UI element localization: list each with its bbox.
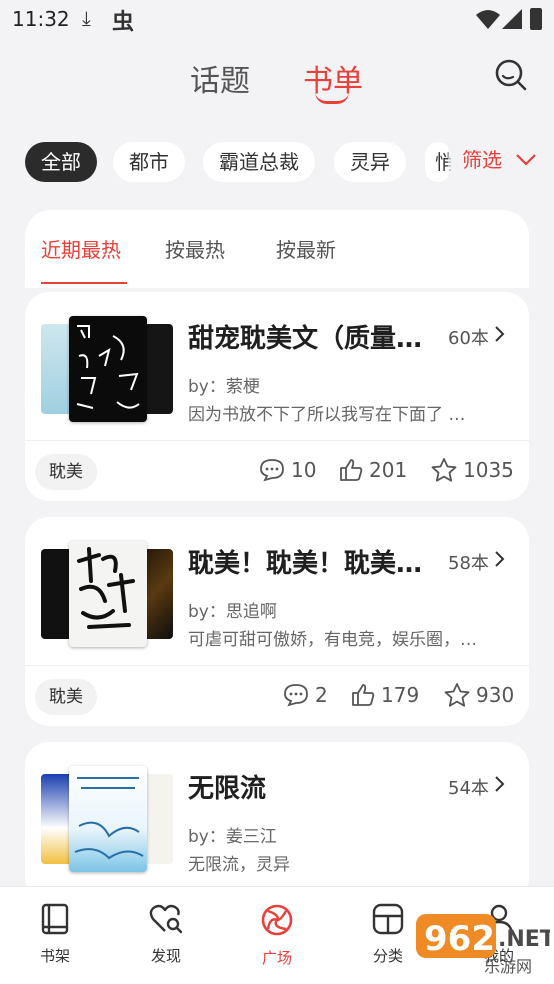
booklist-title: 耽美！耽美！耽美… (188, 549, 423, 579)
nav-square[interactable]: 广场 (247, 903, 307, 968)
thumbs-up-icon (352, 684, 375, 706)
battery-icon (530, 8, 542, 30)
like-count-value: 201 (369, 458, 408, 482)
divider (25, 665, 529, 666)
app-notification-icon: 虫 (112, 10, 135, 35)
tab-hottest[interactable]: 按最热 (165, 234, 225, 263)
watermark-subtitle: 乐游网 (484, 957, 532, 976)
category-icon (372, 903, 404, 935)
booklist-description: 无限流，灵异 (188, 855, 290, 875)
thumbs-up-icon (340, 459, 363, 481)
comment-count[interactable]: 2 (283, 683, 328, 711)
favorite-count[interactable]: 930 (444, 683, 514, 711)
booklist-description: 可虐可甜可傲娇，有电竞，娱乐圈，… (188, 630, 477, 650)
chip-city[interactable]: 都市 (113, 142, 185, 182)
filter-label: 筛选 (462, 148, 502, 172)
booklist-author: by：思追啊 (188, 602, 277, 622)
signal-icon (502, 9, 522, 29)
watermark-suffix: .NET (498, 927, 550, 952)
comment-count-value: 2 (315, 683, 328, 707)
book-covers (41, 766, 179, 872)
booklist-card[interactable]: 无限流 54本 by：姜三江 无限流，灵异 (25, 742, 529, 902)
status-time: 11:32 (12, 7, 70, 31)
watermark-number: 962 (424, 919, 495, 959)
square-aperture-icon (261, 904, 293, 936)
active-tab-indicator (315, 92, 349, 104)
chip-supernatural[interactable]: 灵异 (334, 142, 406, 182)
booklist-title: 甜宠耽美文（质量… (188, 324, 423, 354)
star-icon (431, 458, 457, 482)
booklist-author: by：姜三江 (188, 827, 277, 847)
star-icon (444, 683, 470, 707)
top-navigation: 话题 书单 (0, 48, 554, 118)
like-count-value: 179 (381, 683, 420, 707)
like-count[interactable]: 201 (339, 458, 407, 486)
tab-recent-hot[interactable]: 近期最热 (41, 234, 121, 263)
book-cover (69, 541, 147, 647)
book-covers (41, 541, 179, 647)
search-icon[interactable] (494, 58, 528, 92)
wifi-icon (476, 10, 500, 29)
chip-all[interactable]: 全部 (25, 142, 97, 182)
nav-label: 分类 (372, 947, 403, 965)
booklist-card[interactable]: 甜宠耽美文（质量… 60本 by：萦梗 因为书放不下了所以我写在下面了 … 耽美… (25, 292, 529, 501)
chevron-right-icon (495, 551, 505, 567)
sort-tabs: 近期最热 按最热 按最新 (25, 210, 529, 288)
book-cover (69, 766, 147, 872)
heart-search-icon (149, 904, 183, 934)
chip-domineering-ceo[interactable]: 霸道总裁 (203, 142, 315, 182)
genre-tag[interactable]: 耽美 (35, 454, 97, 490)
comment-icon (284, 684, 308, 707)
comment-count[interactable]: 10 (259, 458, 316, 486)
divider (25, 440, 529, 441)
download-icon: ⤓ (82, 6, 91, 30)
book-count: 54本 (448, 778, 489, 799)
nav-bookshelf[interactable]: 书架 (25, 903, 85, 966)
favorite-count-value: 1035 (463, 458, 514, 482)
genre-tag[interactable]: 耽美 (35, 679, 97, 715)
nav-category[interactable]: 分类 (358, 903, 418, 966)
bookshelf-icon (41, 903, 69, 935)
nav-label: 发现 (150, 947, 181, 965)
booklist-author: by：萦梗 (188, 377, 260, 397)
favorite-count-value: 930 (476, 683, 515, 707)
comment-icon (260, 459, 284, 482)
book-count: 58本 (448, 553, 489, 574)
booklist-title: 无限流 (188, 774, 267, 804)
book-covers (41, 316, 179, 422)
tab-topic[interactable]: 话题 (190, 56, 250, 100)
nav-label: 书架 (39, 947, 70, 965)
watermark-logo: 962 .NET 乐游网 (416, 914, 550, 976)
chevron-right-icon (495, 326, 505, 342)
like-count[interactable]: 179 (351, 683, 419, 711)
category-filter-bar: 全部 都市 霸道总裁 灵异 悄 筛选 (0, 140, 554, 186)
tab-newest[interactable]: 按最新 (276, 234, 336, 263)
nav-discover[interactable]: 发现 (136, 903, 196, 966)
sort-tab-underline (41, 282, 127, 284)
favorite-count[interactable]: 1035 (431, 458, 514, 486)
chevron-down-icon (516, 154, 536, 166)
filter-button[interactable]: 筛选 (448, 140, 554, 184)
chevron-right-icon (495, 776, 505, 792)
book-count: 60本 (448, 328, 489, 349)
comment-count-value: 10 (291, 458, 317, 482)
book-cover (69, 316, 147, 422)
booklist-description: 因为书放不下了所以我写在下面了 … (188, 405, 466, 425)
status-bar: 11:32 ⤓ 虫 (0, 0, 554, 40)
booklist-card[interactable]: 耽美！耽美！耽美… 58本 by：思追啊 可虐可甜可傲娇，有电竞，娱乐圈，… 耽… (25, 517, 529, 726)
nav-label: 广场 (261, 949, 292, 967)
